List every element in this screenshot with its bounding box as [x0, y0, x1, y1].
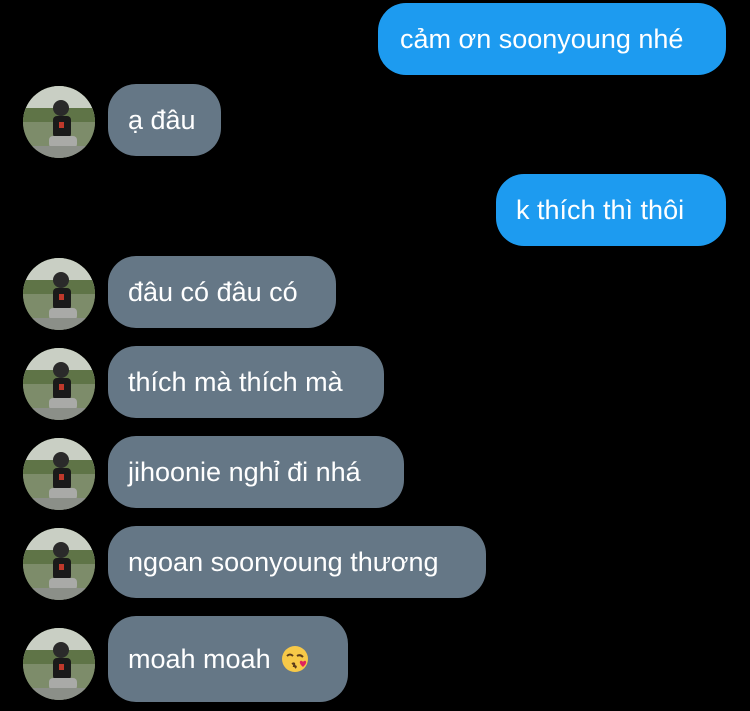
avatar-photo-icon: [23, 438, 95, 510]
avatar-photo-icon: [23, 628, 95, 700]
avatar[interactable]: [23, 438, 95, 510]
message-bubble-sent[interactable]: k thích thì thôi: [496, 174, 726, 246]
avatar-photo-icon: [23, 528, 95, 600]
message-text: k thích thì thôi: [516, 194, 685, 225]
avatar[interactable]: [23, 348, 95, 420]
message-text: thích mà thích mà: [128, 366, 343, 397]
message-text: cảm ơn soonyoung nhé: [400, 23, 684, 54]
avatar-photo-icon: [23, 86, 95, 158]
message-text: jihoonie nghỉ đi nhá: [128, 456, 361, 487]
avatar-photo-icon: [23, 258, 95, 330]
message-text: đâu có đâu có: [128, 276, 298, 307]
message-text: moah moah: [128, 643, 271, 674]
message-bubble-received[interactable]: ạ đâu: [108, 84, 221, 156]
avatar-photo-icon: [23, 348, 95, 420]
message-bubble-sent[interactable]: cảm ơn soonyoung nhé: [378, 3, 726, 75]
message-bubble-received[interactable]: moah moah: [108, 616, 348, 702]
avatar[interactable]: [23, 528, 95, 600]
avatar[interactable]: [23, 258, 95, 330]
message-text: ngoan soonyoung thương: [128, 546, 439, 577]
message-bubble-received[interactable]: thích mà thích mà: [108, 346, 384, 418]
avatar[interactable]: [23, 628, 95, 700]
avatar[interactable]: [23, 86, 95, 158]
message-bubble-received[interactable]: jihoonie nghỉ đi nhá: [108, 436, 404, 508]
kissing-face-icon: [281, 645, 309, 673]
message-bubble-received[interactable]: đâu có đâu có: [108, 256, 336, 328]
message-bubble-received[interactable]: ngoan soonyoung thương: [108, 526, 486, 598]
message-text: ạ đâu: [128, 104, 196, 135]
